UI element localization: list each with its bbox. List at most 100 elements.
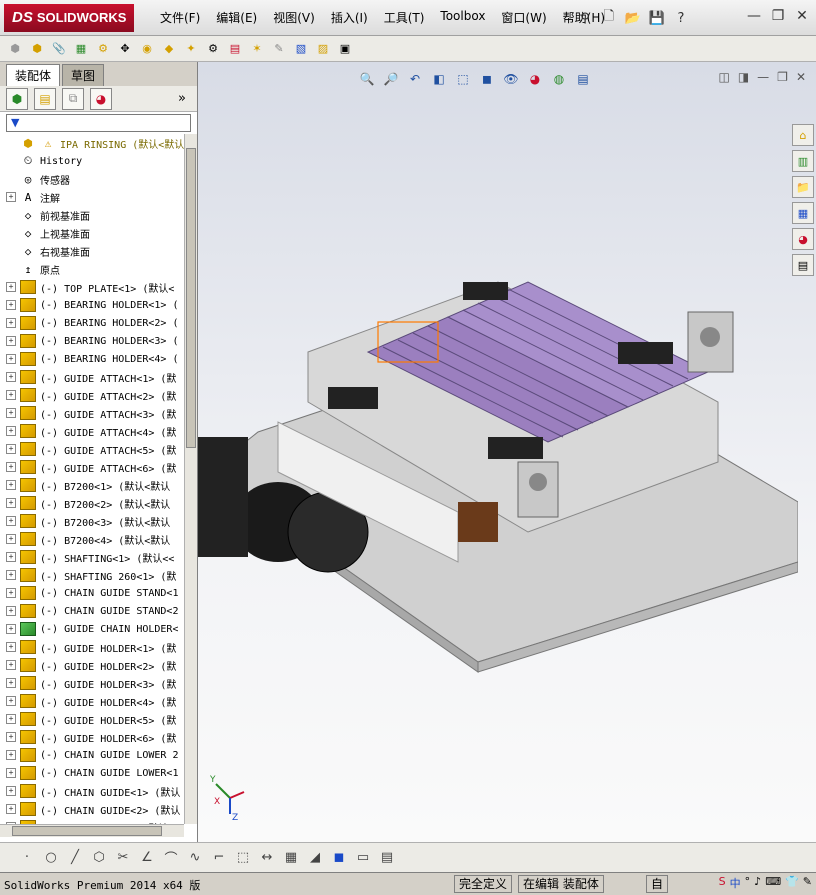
tree-item[interactable]: ◎ 传感器 (0, 170, 184, 188)
tree-item[interactable]: + (-) GUIDE HOLDER<4> (默 (0, 692, 184, 710)
expand-toggle-icon[interactable]: + (6, 750, 16, 760)
new-document-icon[interactable]: 🗋 (599, 8, 619, 28)
tree-item[interactable]: + (-) CHAIN GUIDE<1> (默认 (0, 782, 184, 800)
assembly-icon[interactable]: ⬢ (6, 40, 24, 58)
view-settings-icon[interactable]: ▤ (574, 70, 592, 88)
arc-icon[interactable]: ⌒ (162, 849, 180, 867)
corner-rectangle-icon[interactable]: ⌐ (210, 849, 228, 867)
configuration-manager-icon[interactable]: ⧉ (62, 87, 84, 110)
grid-icon[interactable]: ▦ (282, 849, 300, 867)
expand-toggle-icon[interactable]: + (6, 516, 16, 526)
menu-toolbox[interactable]: Toolbox (432, 9, 493, 26)
tree-item[interactable]: + (-) SHAFTING<1> (默认<< (0, 548, 184, 566)
file-explorer-icon[interactable]: 📁 (792, 176, 814, 198)
menu-insert[interactable]: 插入(I) (323, 9, 376, 26)
tree-item[interactable]: + (-) GUIDE ATTACH<3> (默 (0, 404, 184, 422)
expand-toggle-icon[interactable]: + (6, 786, 16, 796)
expand-chevron-icon[interactable]: » (178, 91, 186, 106)
menu-window[interactable]: 窗口(W) (493, 9, 554, 26)
expand-toggle-icon[interactable]: + (6, 336, 16, 346)
expand-toggle-icon[interactable]: + (6, 408, 16, 418)
smart-fastener-icon[interactable]: ⚙ (94, 40, 112, 58)
section-view-icon[interactable]: ◧ (430, 70, 448, 88)
tree-item[interactable]: + (-) GUIDE HOLDER<6> (默 (0, 728, 184, 746)
previous-view-icon[interactable]: ↶ (406, 70, 424, 88)
pin-icon[interactable]: ⚲ (575, 8, 595, 28)
tree-item[interactable]: + (-) B7200<2> (默认<默认 (0, 494, 184, 512)
tree-item[interactable]: + (-) GUIDE ATTACH<1> (默 (0, 368, 184, 386)
expand-toggle-icon[interactable]: + (6, 354, 16, 364)
view-layout-icon[interactable]: ▭ (354, 849, 372, 867)
save-icon[interactable]: 💾 (647, 8, 667, 28)
apply-scene-icon[interactable]: ◍ (550, 70, 568, 88)
clearance-verification-icon[interactable]: ▨ (314, 40, 332, 58)
dotted-rectangle-icon[interactable]: ⬚ (234, 849, 252, 867)
tree-item[interactable]: + (-) GUIDE ATTACH<5> (默 (0, 440, 184, 458)
assembly-features-icon[interactable]: ◆ (160, 40, 178, 58)
expand-toggle-icon[interactable]: + (6, 552, 16, 562)
close-icon[interactable]: ✕ (794, 8, 810, 24)
filter-input[interactable]: ▼ (6, 114, 191, 132)
table-layout-icon[interactable]: ▤ (378, 849, 396, 867)
line-icon[interactable]: ╱ (66, 849, 84, 867)
angle-icon[interactable]: ∠ (138, 849, 156, 867)
property-manager-icon[interactable]: ▤ (34, 87, 56, 110)
display-manager-icon[interactable]: ◕ (90, 87, 112, 110)
view-orientation-icon[interactable]: ⬚ (454, 70, 472, 88)
customize-status[interactable]: 自 (646, 875, 669, 893)
show-hidden-icon[interactable]: ◉ (138, 40, 156, 58)
restore-doc-icon[interactable]: ❐ (777, 70, 788, 84)
menu-edit[interactable]: 编辑(E) (208, 9, 265, 26)
tree-horizontal-scrollbar[interactable] (0, 824, 184, 837)
expand-toggle-icon[interactable]: + (6, 804, 16, 814)
tree-item[interactable]: + (-) BEARING HOLDER<3> ( (0, 332, 184, 350)
tree-item[interactable]: + (-) GUIDE HOLDER<1> (默 (0, 638, 184, 656)
tree-item[interactable]: ◇ 右视基准面 (0, 242, 184, 260)
hide-show-items-icon[interactable]: 👁 (502, 70, 520, 88)
expand-toggle-icon[interactable]: + (6, 390, 16, 400)
feature-manager-icon[interactable]: ⬢ (6, 87, 28, 110)
solidworks-logo[interactable]: DS SOLIDWORKS (4, 4, 134, 32)
help-icon[interactable]: ? (671, 8, 691, 28)
horizontal-scroll-thumb[interactable] (12, 826, 162, 836)
zoom-to-area-icon[interactable]: 🔎 (382, 70, 400, 88)
point-icon[interactable]: · (18, 849, 36, 867)
ime-mode[interactable]: 中 (730, 875, 741, 891)
tree-root[interactable]: ⬢ ⚠ IPA RINSING (默认<默认_ (0, 134, 184, 152)
expand-toggle-icon[interactable]: + (6, 714, 16, 724)
tree-item[interactable]: + (-) BEARING HOLDER<1> ( (0, 296, 184, 314)
tree-item[interactable]: + (-) BEARING HOLDER<4> ( (0, 350, 184, 368)
tree-item[interactable]: + A 注解 (0, 188, 184, 206)
expand-toggle-icon[interactable]: + (6, 426, 16, 436)
tree-item[interactable]: ◇ 前视基准面 (0, 206, 184, 224)
expand-toggle-icon[interactable]: + (6, 696, 16, 706)
graphics-area[interactable]: 🔍 🔎 ↶ ◧ ⬚ ◼ 👁 ◕ ◍ ▤ ◫ ◨ — ❐ ✕ ⌂ ▥ 📁 ▦ ◕ … (198, 62, 816, 842)
expand-toggle-icon[interactable]: + (6, 372, 16, 382)
tree-item[interactable]: + (-) TOP PLATE<1> (默认< (0, 278, 184, 296)
tree-item[interactable]: + (-) B7200<3> (默认<默认 (0, 512, 184, 530)
tree-item[interactable]: + (-) CHAIN GUIDE STAND<2 (0, 602, 184, 620)
circle-icon[interactable]: ○ (42, 849, 60, 867)
expand-toggle-icon[interactable]: + (6, 678, 16, 688)
expand-toggle-icon[interactable]: + (6, 192, 16, 202)
assembly-model[interactable] (198, 202, 798, 722)
tree-item[interactable]: + (-) SHAFTING 260<1> (默 (0, 566, 184, 584)
tree-item[interactable]: + (-) GUIDE HOLDER<5> (默 (0, 710, 184, 728)
expand-toggle-icon[interactable]: + (6, 462, 16, 472)
split-horizontal-icon[interactable]: ◫ (718, 70, 729, 84)
mate-icon[interactable]: 📎 (50, 40, 68, 58)
ime-s-icon[interactable]: S (719, 875, 726, 891)
reference-geometry-icon[interactable]: ✦ (182, 40, 200, 58)
zoom-to-fit-icon[interactable]: 🔍 (358, 70, 376, 88)
interference-detection-icon[interactable]: ▧ (292, 40, 310, 58)
tree-item[interactable]: + (-) CHAIN GUIDE LOWER<1 (0, 764, 184, 782)
tree-item[interactable]: + (-) GUIDE HOLDER<3> (默 (0, 674, 184, 692)
polygon-icon[interactable]: ⬡ (90, 849, 108, 867)
tree-item[interactable]: + (-) BEARING HOLDER<2> ( (0, 314, 184, 332)
menu-tools[interactable]: 工具(T) (376, 9, 433, 26)
expand-toggle-icon[interactable]: + (6, 570, 16, 580)
tab-assembly[interactable]: 装配体 (6, 64, 61, 86)
menu-file[interactable]: 文件(F) (152, 9, 208, 26)
bill-of-materials-icon[interactable]: ▤ (226, 40, 244, 58)
insert-component-icon[interactable]: ⬢ (28, 40, 46, 58)
